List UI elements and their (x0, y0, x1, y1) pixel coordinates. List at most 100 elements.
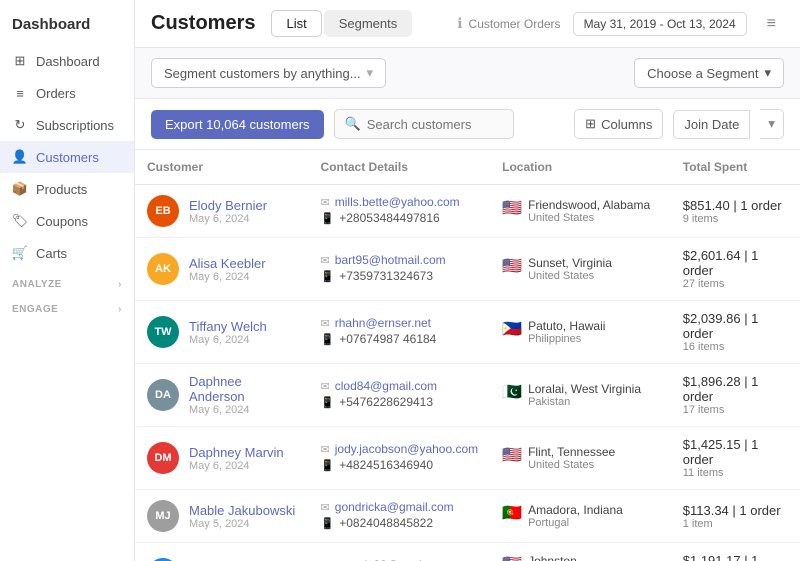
location-cell-6: 🇺🇸 Johnston, Massachusetts United States (490, 543, 671, 561)
columns-icon: ⊞ (585, 116, 596, 132)
segment-dropdown-label: Segment customers by anything... (164, 66, 361, 81)
customers-table: Customer Contact Details Location Total … (135, 150, 800, 561)
location-cell-1: 🇺🇸 Sunset, Virginia United States (490, 238, 671, 301)
email-icon: ✉ (321, 443, 330, 456)
email-icon: ✉ (321, 196, 330, 209)
header-tabs: List Segments (271, 10, 412, 37)
customer-cell-3: DA Daphnee Anderson May 6, 2024 (135, 364, 309, 427)
engage-section[interactable]: ENGAGE › (0, 294, 134, 319)
customer-phone: +5476228629413 (339, 395, 433, 409)
table-row: AK Alisa Keebler May 6, 2024 ✉ bart95@ho… (135, 238, 800, 301)
avatar: DM (147, 442, 179, 474)
spent-items: 17 items (683, 404, 788, 416)
location-cell-3: 🇵🇰 Loralai, West Virginia Pakistan (490, 364, 671, 427)
customer-name[interactable]: Daphney Marvin (189, 445, 284, 460)
customer-name[interactable]: Tiffany Welch (189, 319, 267, 334)
filter-toolbar: Segment customers by anything... ▾ Choos… (135, 48, 800, 99)
customer-email[interactable]: clod84@gmail.com (335, 379, 437, 393)
date-range[interactable]: May 31, 2019 - Oct 13, 2024 (573, 12, 747, 36)
join-date-button[interactable]: Join Date (673, 110, 750, 139)
sidebar-item-label: Orders (36, 86, 76, 101)
sidebar-item-products[interactable]: 📦 Products (0, 173, 134, 205)
phone-icon: 📱 (321, 459, 335, 472)
sidebar-item-coupons[interactable]: 🏷 Coupons (0, 205, 134, 237)
city-name: Patuto, Hawaii (528, 319, 605, 333)
customer-name[interactable]: Mable Jakubowski (189, 503, 295, 518)
page-header: Customers List Segments ℹ Customer Order… (135, 0, 800, 48)
customer-name[interactable]: Elody Bernier (189, 198, 267, 213)
country-flag-icon: 🇺🇸 (502, 445, 522, 465)
spent-items: 16 items (683, 341, 788, 353)
sidebar-item-subscriptions[interactable]: ↻ Subscriptions (0, 109, 134, 141)
table-row: DA Daphnee Anderson May 6, 2024 ✉ clod84… (135, 364, 800, 427)
header-menu-icon[interactable]: ≡ (759, 11, 784, 37)
phone-icon: 📱 (321, 270, 335, 283)
city-name: Friendswood, Alabama (528, 198, 650, 212)
customer-cell-2: TW Tiffany Welch May 6, 2024 (135, 301, 309, 364)
contact-cell-1: ✉ bart95@hotmail.com 📱 +7359731324673 (309, 238, 491, 301)
customer-email[interactable]: mills.bette@yahoo.com (335, 195, 460, 209)
page-title: Customers (151, 12, 255, 35)
customer-date: May 5, 2024 (189, 518, 295, 530)
columns-button[interactable]: ⊞ Columns (574, 109, 663, 139)
tab-list[interactable]: List (271, 10, 321, 37)
segment-dropdown[interactable]: Segment customers by anything... ▾ (151, 58, 386, 88)
subscriptions-icon: ↻ (12, 117, 28, 133)
contact-cell-4: ✉ jody.jacobson@yahoo.com 📱 +48245163469… (309, 427, 491, 490)
sidebar-item-label: Subscriptions (36, 118, 114, 133)
analyze-section[interactable]: ANALYZE › (0, 269, 134, 294)
sidebar-item-label: Customers (36, 150, 99, 165)
customer-phone: +28053484497816 (339, 211, 439, 225)
phone-icon: 📱 (321, 517, 335, 530)
customer-email[interactable]: rhahn@ernser.net (335, 316, 431, 330)
sidebar-item-label: Coupons (36, 214, 88, 229)
tab-segments[interactable]: Segments (324, 10, 413, 37)
contact-cell-2: ✉ rhahn@ernser.net 📱 +07674987 46184 (309, 301, 491, 364)
join-date-dropdown-icon[interactable]: ▾ (760, 109, 784, 139)
search-input[interactable] (367, 117, 497, 132)
customers-icon: 👤 (12, 149, 28, 165)
country-flag-icon: 🇵🇭 (502, 319, 522, 339)
country-flag-icon: 🇵🇰 (502, 382, 522, 402)
sidebar-item-customers[interactable]: 👤 Customers (0, 141, 134, 173)
email-icon: ✉ (321, 501, 330, 514)
customer-email[interactable]: bart95@hotmail.com (335, 253, 446, 267)
sidebar-item-label: Products (36, 182, 87, 197)
customer-email[interactable]: gondricka@gmail.com (335, 500, 454, 514)
customer-date: May 6, 2024 (189, 213, 267, 225)
sidebar-item-dashboard[interactable]: ⊞ Dashboard (0, 45, 134, 77)
customer-cell-5: MJ Mable Jakubowski May 5, 2024 (135, 490, 309, 543)
spent-amount: $1,896.28 | 1 order (683, 374, 788, 404)
avatar: DA (147, 379, 179, 411)
sidebar: Dashboard ⊞ Dashboard ≡ Orders ↻ Subscri… (0, 0, 135, 561)
phone-icon: 📱 (321, 333, 335, 346)
customer-name[interactable]: Alisa Keebler (189, 256, 266, 271)
city-name: Johnston, Massachusetts (528, 554, 659, 561)
spent-cell-5: $113.34 | 1 order 1 item (671, 490, 800, 543)
spent-items: 1 item (683, 518, 788, 530)
avatar: TW (147, 316, 179, 348)
country-name: United States (528, 459, 615, 471)
customer-name[interactable]: Daphnee Anderson (189, 374, 297, 404)
phone-icon: 📱 (321, 212, 335, 225)
segment-dropdown-arrow-icon: ▾ (367, 65, 374, 81)
sidebar-item-label: Carts (36, 246, 67, 261)
orders-icon: ≡ (12, 85, 28, 101)
spent-amount: $851.40 | 1 order (683, 198, 788, 213)
sidebar-item-carts[interactable]: 🛒 Carts (0, 237, 134, 269)
city-name: Amadora, Indiana (528, 503, 623, 517)
email-icon: ✉ (321, 380, 330, 393)
country-name: Portugal (528, 517, 623, 529)
products-icon: 📦 (12, 181, 28, 197)
choose-segment-button[interactable]: Choose a Segment ▾ (634, 58, 784, 88)
table-row: TW Tiffany Welch May 6, 2024 ✉ rhahn@ern… (135, 301, 800, 364)
customer-email[interactable]: jody.jacobson@yahoo.com (335, 442, 478, 456)
sidebar-item-orders[interactable]: ≡ Orders (0, 77, 134, 109)
choose-segment-label: Choose a Segment (647, 66, 758, 81)
spent-cell-1: $2,601.64 | 1 order 27 items (671, 238, 800, 301)
col-contact: Contact Details (309, 150, 491, 185)
spent-items: 27 items (683, 278, 788, 290)
contact-cell-0: ✉ mills.bette@yahoo.com 📱 +2805348449781… (309, 185, 491, 238)
export-button[interactable]: Export 10,064 customers (151, 110, 324, 139)
engage-label: ENGAGE (12, 304, 58, 315)
